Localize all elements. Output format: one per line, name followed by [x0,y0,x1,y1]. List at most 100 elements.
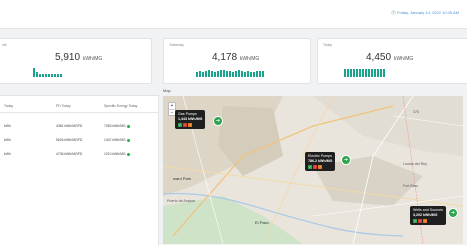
sparkline-bar [48,74,50,77]
status-alert-icon: ! [313,165,317,169]
yesterday-summary-card: Yesterday 4,178 kWh/MG [163,38,311,84]
status-alert-icon: ! [418,219,422,223]
sparkline-bar [365,69,367,77]
card-value-unit: kWh/MG [393,56,414,62]
status-warning-icon: ! [423,219,427,223]
sparkline-bar [36,72,38,77]
sparkline-bar [196,72,198,77]
table-cell: 1210 kWh/MG [104,152,130,156]
gas-pumps-popup[interactable]: Gas Pumps 1,443 kWh/MG ✓ ! ! [175,110,206,129]
sparkline-bar [253,72,255,77]
card-value-number: 4,178 [212,52,238,63]
status-ok-icon: ✓ [308,165,312,169]
popup-title: Wells and Sources [413,208,443,212]
wells-sources-popup[interactable]: Wells and Sources 3,202 kWh/MG ✓ ! ! [410,206,446,225]
card-caption: nth [2,43,7,47]
sparkline-bar [42,74,44,77]
card-caption: Yesterday [169,43,184,47]
sparkline-bar [54,74,56,77]
sparkline-bar [344,69,346,77]
card-sparkline [33,67,62,77]
status-dot-icon [126,152,130,156]
status-ok-icon: ✓ [178,123,182,127]
sparkline-bar [356,69,358,77]
table-cell-value: 1210 kWh/MG [104,152,126,156]
card-value-number: 5,910 [55,52,81,63]
sparkline-bar [371,69,373,77]
sparkline-bar [380,69,382,77]
header-divider [0,112,158,113]
card-value: 4,178 kWh/MG [212,52,259,63]
status-ok-icon: ✓ [413,219,417,223]
sparkline-bar [241,71,243,77]
monthly-summary-card: nth 5,910 kWh/MG [0,38,152,84]
sparkline-bar [205,71,207,77]
table-cell: 1447 kWh/MG [104,138,130,142]
card-value-unit: kWh/MG [239,56,260,62]
sparkline-bar [202,72,204,77]
map-label: Puerto de Anapra [167,199,195,203]
popup-title: Gas Pumps [178,112,197,116]
card-caption: Today [323,43,333,47]
card-sparkline [196,67,264,77]
sparkline-bar [353,69,355,77]
map-label: 375 [413,110,419,114]
sparkline-bar [229,71,231,77]
sparkline-bar [60,74,62,77]
sparkline-bar [362,69,364,77]
map-view[interactable]: + − ward Park Puerto de Anapra El Paso L… [163,96,463,244]
sparkline-bar [259,71,261,77]
sparkline-bar [208,70,210,77]
table-cell: 4736 kWh/MGPD [56,152,83,156]
sparkline-bar [359,69,361,77]
map-label: El Paso [255,220,269,225]
column-header: PD Today [56,104,71,108]
map-label: Lomas del Rey [403,162,427,166]
popup-value: 1,443 kWh/MG [178,117,203,121]
map-marker-icon[interactable]: ➜ [448,208,458,218]
sparkline-bar [223,70,225,77]
sparkline-bar [211,71,213,77]
top-bar: 🕘 Friday, January 14, 2022 10:45 AM [0,0,467,29]
sparkline-bar [374,69,376,77]
map-marker-icon[interactable]: ➜ [341,155,351,165]
sparkline-bar [250,72,252,77]
datetime-label: 🕘 Friday, January 14, 2022 10:45 AM [390,10,459,15]
sparkline-bar [51,74,53,77]
sparkline-bar [377,69,379,77]
sparkline-bar [238,70,240,77]
table-cell: 7053 kWh/MG [104,124,130,128]
table-cell: kWh [4,138,11,142]
card-value: 5,910 kWh/MG [55,52,102,63]
energy-table: Today PD Today Specific Energy Today kWh… [0,95,159,245]
map-marker-icon[interactable]: ➜ [213,116,223,126]
card-value-number: 4,450 [366,52,392,63]
popup-title: Electric Pumps [308,154,332,158]
status-dot-icon [126,124,130,128]
sparkline-bar [347,69,349,77]
popup-value: 786.2 kWh/MG [308,159,333,163]
status-dot-icon [126,138,130,142]
sparkline-bar [247,71,249,77]
map-title: Map [163,88,171,93]
sparkline-bar [235,71,237,77]
sparkline-bar [45,74,47,77]
sparkline-bar [39,74,41,77]
table-cell: 4381 kWh/MGPD [56,124,83,128]
sparkline-bar [256,71,258,77]
sparkline-bar [57,74,59,77]
table-cell-value: 7053 kWh/MG [104,124,126,128]
status-warning-icon: ! [318,165,322,169]
card-value: 4,450 kWh/MG [366,52,413,63]
sparkline-bar [220,70,222,77]
status-warning-icon: ! [188,123,192,127]
popup-value: 3,202 kWh/MG [413,213,438,217]
popup-badges: ✓ ! ! [178,123,202,127]
card-sparkline [344,67,385,77]
sparkline-bar [383,69,385,77]
sparkline-bar [199,71,201,77]
electric-pumps-popup[interactable]: Electric Pumps 786.2 kWh/MG ✓ ! ! [305,152,336,171]
sparkline-bar [262,71,264,77]
table-cell-value: 1447 kWh/MG [104,138,126,142]
status-alert-icon: ! [183,123,187,127]
